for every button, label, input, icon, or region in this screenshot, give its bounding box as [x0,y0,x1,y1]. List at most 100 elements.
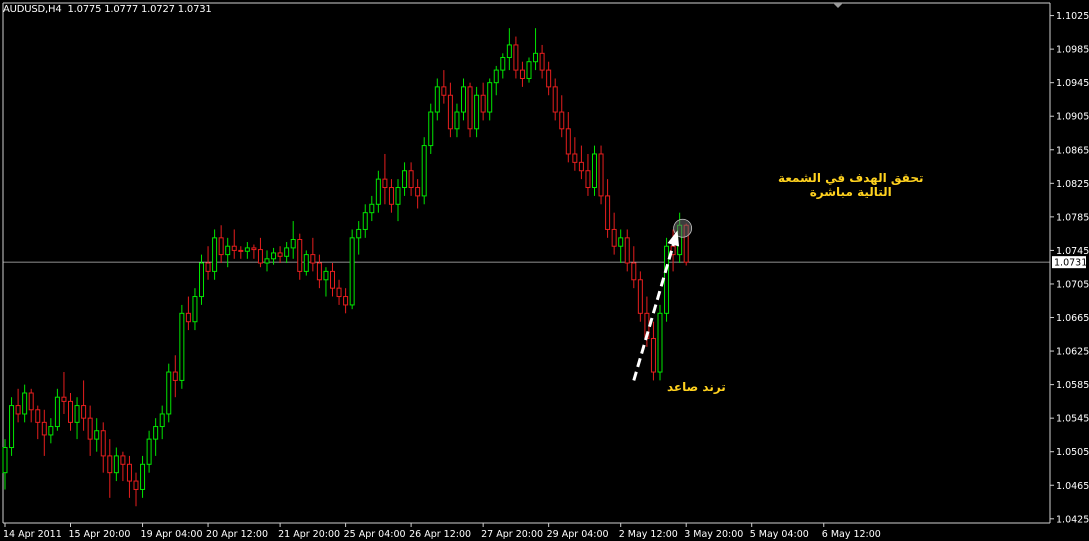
candle-body [474,94,480,130]
y-tick-label: 1.0625 [1056,347,1089,358]
candle [585,153,591,196]
y-tick-label: 1.0665 [1056,313,1089,324]
candle [94,418,100,452]
candle [546,61,552,96]
x-tick-label: 15 Apr 20:00 [69,529,131,540]
candle-body [179,312,185,381]
candle-body [257,249,263,264]
candle [153,418,159,456]
candle-body [100,430,106,457]
candle-body [493,69,499,84]
candle-body [28,392,34,411]
y-tick-label: 1.0545 [1056,414,1089,425]
candle-body [22,392,28,415]
candle [231,229,237,259]
candle-body [513,44,519,71]
candle-body [546,69,552,88]
candle-body [362,212,368,230]
x-tick-label: 2 May 12:00 [619,529,678,540]
y-tick-label: 1.0505 [1056,447,1089,458]
candle-body [205,262,211,272]
candle [238,246,244,259]
candle [257,237,263,268]
candle [533,28,539,71]
candle-body [447,94,453,130]
candle-body [61,396,67,402]
candle [650,321,656,381]
candle [382,153,388,205]
candle-body [166,371,172,415]
y-tick-label: 1.0785 [1056,212,1089,223]
candle [611,212,617,255]
candle-body [598,153,604,197]
trend-annotation: ترند صاعد [667,380,726,394]
candle [447,82,453,138]
candle-body [310,254,316,264]
candle [166,363,172,423]
candle-body [225,245,231,256]
x-tick-label: 21 Apr 20:00 [278,529,340,540]
candle [264,250,270,272]
candle-body [369,203,375,214]
candle [572,137,578,171]
x-tick-label: 20 Apr 12:00 [206,529,268,540]
candle-body [650,337,656,373]
candle-body [81,405,87,419]
candle [251,244,257,259]
x-tick-label: 26 Apr 12:00 [409,529,471,540]
candle-body [35,409,41,423]
candle [559,95,565,138]
candle-body [395,187,401,205]
target-annotation: تحقق الهدف في الشمعة التالية مباشرة [778,171,923,199]
candle [467,82,473,138]
candle [192,288,198,331]
price-axis: 1.1025 1.0985 1.0945 1.0905 1.0865 1.0825 1.07… [1050,11,1089,525]
candle [316,254,322,289]
candle [474,86,480,138]
candle-body [559,111,565,130]
candle-body [664,245,670,314]
candlesticks [2,28,689,507]
candle-body [297,239,303,272]
candle [369,195,375,222]
candle [618,229,624,263]
candle-body [2,447,8,474]
candle-body [408,170,414,189]
time-axis: 14 Apr 2011 15 Apr 20:00 19 Apr 04:00 20 Ap… [3,523,881,540]
candle [41,409,47,456]
candle [349,229,355,310]
candle-body [54,396,60,428]
candle-body [264,258,270,264]
candle-body [330,270,335,289]
candle-body [94,430,100,440]
x-tick-label: 3 May 20:00 [684,529,743,540]
candle-body [624,237,630,264]
candle [205,246,211,280]
candle [519,61,525,87]
candle [526,57,532,83]
candle [100,422,106,473]
candle-body [9,405,15,449]
candle [140,455,146,498]
candle-body [343,296,349,306]
candle [513,36,519,79]
target-annotation-line1: تحقق الهدف في الشمعة [778,171,924,185]
candle [362,204,368,238]
candle-body [382,178,388,189]
candle-body [120,455,126,465]
candle-body [133,480,139,490]
candle-body [231,245,237,251]
candle [388,179,394,213]
price-chart[interactable]: 1.1025 1.0985 1.0945 1.0905 1.0865 1.0825 1.07… [0,0,1089,541]
candle [356,221,362,255]
candle-body [375,178,381,205]
x-tick-label: 5 May 04:00 [750,529,809,540]
candle-body [15,405,21,415]
candle-body [402,170,408,189]
candle-body [487,82,493,113]
candle [441,70,447,104]
candle [434,78,440,121]
candle [179,304,185,389]
candle [578,145,584,180]
y-tick-label: 1.0825 [1056,179,1089,190]
